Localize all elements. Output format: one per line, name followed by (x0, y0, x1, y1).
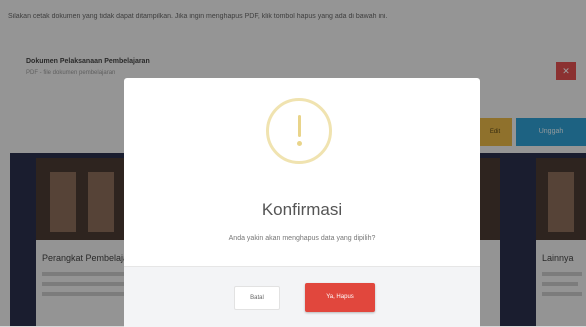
dialog-title: Konfirmasi (261, 200, 343, 219)
warning-icon (266, 98, 332, 164)
confirmation-dialog: Konfirmasi Anda yakin akan menghapus dat… (124, 78, 480, 327)
cancel-button[interactable]: Batal (234, 286, 280, 310)
dialog-footer: Batal Ya, Hapus (124, 266, 480, 327)
confirm-delete-button[interactable]: Ya, Hapus (305, 283, 375, 312)
dialog-message: Anda yakin akan menghapus data yang dipi… (228, 235, 376, 242)
